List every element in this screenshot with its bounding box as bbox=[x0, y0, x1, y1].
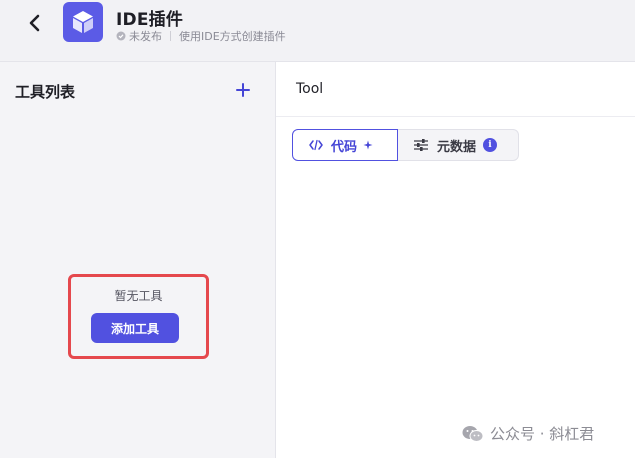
tool-list-title: 工具列表 bbox=[15, 83, 76, 101]
tool-list-panel: 工具列表 暂无工具 添加工具 bbox=[0, 62, 276, 458]
watermark-text: 公众号 · 斜杠君 bbox=[490, 425, 595, 443]
tab-code-label: 代码 bbox=[331, 139, 358, 155]
status-text: 未发布 bbox=[129, 30, 162, 43]
empty-state-text: 暂无工具 bbox=[114, 289, 163, 303]
sparkle-icon bbox=[363, 140, 373, 150]
add-tool-button[interactable]: 添加工具 bbox=[91, 313, 179, 343]
meta-divider bbox=[170, 31, 171, 41]
tool-detail-panel: Tool 代码 元数据 i bbox=[276, 62, 635, 458]
view-switcher: 代码 元数据 i bbox=[292, 129, 519, 161]
plugin-logo bbox=[63, 2, 103, 42]
info-icon: i bbox=[483, 138, 498, 152]
tab-metadata-label: 元数据 bbox=[437, 139, 477, 155]
plugin-title: IDE插件 bbox=[116, 10, 184, 30]
plugin-meta: 未发布 使用IDE方式创建插件 bbox=[116, 28, 286, 44]
add-tool-plus-button[interactable] bbox=[233, 80, 253, 100]
page-header: IDE插件 未发布 使用IDE方式创建插件 bbox=[0, 0, 635, 62]
wechat-icon bbox=[462, 425, 484, 443]
tool-header: Tool bbox=[276, 62, 635, 117]
watermark: 公众号 · 斜杠君 bbox=[462, 423, 594, 444]
plus-icon bbox=[236, 83, 250, 97]
tab-code[interactable]: 代码 bbox=[292, 129, 398, 161]
tool-title: Tool bbox=[296, 81, 324, 97]
back-button[interactable] bbox=[22, 10, 48, 36]
status-icon bbox=[116, 31, 126, 41]
empty-state-highlight: 暂无工具 添加工具 bbox=[68, 274, 209, 359]
cube-icon bbox=[73, 11, 93, 33]
tab-metadata[interactable]: 元数据 i bbox=[398, 129, 519, 161]
code-icon bbox=[309, 139, 323, 151]
app-root: IDE插件 未发布 使用IDE方式创建插件 工具列表 暂无工具 添加工具 Too… bbox=[0, 0, 635, 458]
plugin-description: 使用IDE方式创建插件 bbox=[179, 30, 286, 43]
sliders-icon bbox=[413, 138, 429, 152]
chevron-left-icon bbox=[29, 14, 40, 32]
